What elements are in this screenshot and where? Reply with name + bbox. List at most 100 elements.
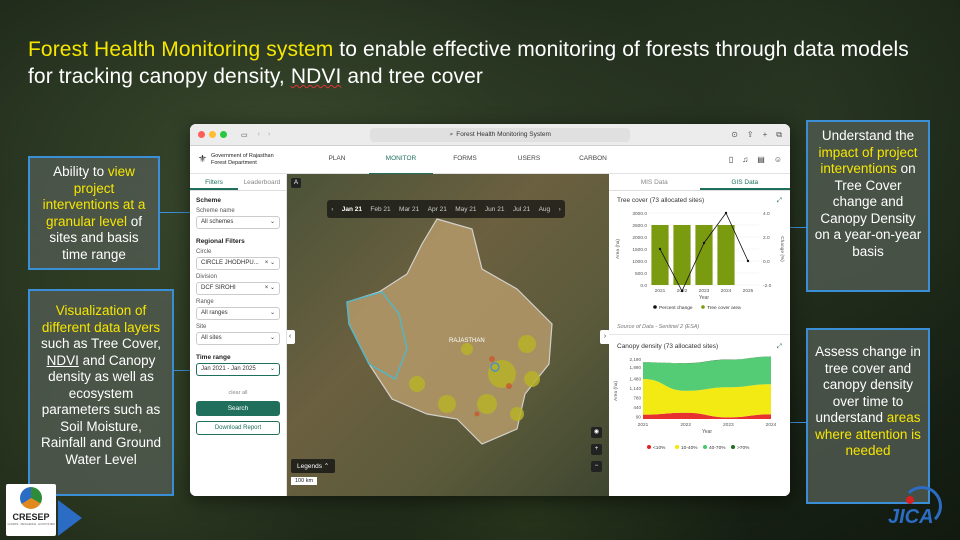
timeline-prev-icon[interactable]: ‹ [331,206,333,213]
nav-plan[interactable]: PLAN [305,145,369,175]
device-icon[interactable]: ▯ [729,155,733,164]
circle-select[interactable]: CIRCLE JHODHPU... × ⌄ [196,257,280,270]
y-axis-label: Area (ha) [613,381,619,401]
time-range-select[interactable]: Jan 2021 - Jan 2025 ⌄ [196,363,280,376]
tab-filters[interactable]: Filters [190,174,238,190]
callout-text: Ability to [53,164,108,179]
jica-logo: JICA [884,486,956,536]
range-value: All ranges [201,310,228,316]
maximize-window-button[interactable] [220,131,227,138]
chevron-down-icon: ⌄ [269,219,275,225]
minimize-window-button[interactable] [209,131,216,138]
legend-swatch [703,445,707,449]
callout-ndvi: NDVI [46,352,79,368]
tab-mis-data[interactable]: MIS Data [609,174,700,190]
division-select[interactable]: DCF SIROHI × ⌄ [196,282,280,295]
expand-icon[interactable]: ⤢ [777,343,782,351]
scheme-title: Scheme [196,197,221,204]
bar [651,225,669,285]
zoom-out-button[interactable]: − [591,461,602,472]
browser-toolbar-icons: ⊙ ⇪ + ⧉ [731,130,782,140]
legend-label: Percent change [659,305,693,311]
line-point [746,259,750,263]
zoom-in-button[interactable]: + [591,444,602,455]
x-tick-label: 2022 [680,422,691,428]
nav-forms[interactable]: FORMS [433,145,497,175]
download-report-button[interactable]: Download Report [196,421,280,435]
forward-icon[interactable]: › [268,131,270,138]
x-axis-label: Year [702,429,712,435]
bell-icon[interactable]: ♫ [742,155,748,164]
bar [695,225,713,285]
tree-cover-title: Tree cover (73 allocated sites) [617,197,705,204]
month-timeline: ‹ Jan 21 Feb 21 Mar 21 Apr 21 May 21 Jun… [327,200,565,218]
month-item[interactable]: Jul 21 [513,206,530,213]
month-item[interactable]: Feb 21 [370,206,390,213]
gov-line-2: Forest Department [210,159,257,166]
month-item[interactable]: Aug [539,206,551,213]
month-item[interactable]: Apr 21 [428,206,447,213]
x-tick-label: 2021 [638,422,649,428]
bar [673,225,691,285]
clear-all-link[interactable]: clear all [196,390,280,396]
back-icon[interactable]: ‹ [258,131,260,138]
month-item[interactable]: Jun 21 [485,206,505,213]
callout-text: such as Tree Cover, [40,336,162,351]
site-select[interactable]: All sites ⌄ [196,332,280,345]
timeline-next-icon[interactable]: › [559,206,561,213]
month-item[interactable]: Jan 21 [342,206,362,213]
chevron-down-icon: ⌄ [269,366,275,372]
y-tick-label: 1,480 [630,376,642,381]
range-select[interactable]: All ranges ⌄ [196,307,280,320]
x-tick-label: 2024 [766,422,777,428]
expand-icon[interactable]: ⤢ [777,197,782,205]
range-label: Range [196,299,214,305]
bar [717,225,735,285]
y-tick-label: 1500.0 [632,247,647,253]
y-tick-label: 440 [633,405,641,410]
user-icon[interactable]: ☺ [774,155,782,164]
chevron-down-icon: ⌄ [269,335,275,341]
cresep-tagline: CLIMATE · RESILIENCE · ECOSYSTEM [7,523,55,526]
cresep-logo: CRESEP CLIMATE · RESILIENCE · ECOSYSTEM [6,484,56,536]
collapse-left-icon[interactable]: ‹ [287,330,295,344]
x-tick-label: 2021 [655,288,666,294]
map-view[interactable]: RAJASTHAN A ‹ Jan 21 Feb 21 Mar 21 Apr 2… [287,174,609,496]
new-tab-icon[interactable]: + [763,130,768,140]
legend-swatch [701,305,705,309]
collapse-right-icon[interactable]: › [600,330,609,344]
close-window-button[interactable] [198,131,205,138]
url-bar[interactable]: ⌕ Forest Health Monitoring System [370,127,631,142]
tab-overview-icon[interactable]: ⧉ [776,130,782,140]
month-item[interactable]: Mar 21 [399,206,419,213]
app-header: ⚜ Government of Rajasthan Forest Departm… [190,145,790,175]
y-tick-label: 500.0 [635,271,647,277]
legends-button[interactable]: Legends ⌃ [291,459,336,473]
browser-window: ▭ ‹ › ⌕ Forest Health Monitoring System … [190,124,790,496]
legend-label: 40-70% [709,445,726,451]
callout-data-layers: Visualization of different data layers s… [28,289,174,496]
nav-monitor[interactable]: MONITOR [368,145,433,175]
clear-chevron-icon: × ⌄ [264,285,275,291]
line-point [702,241,706,245]
month-item[interactable]: May 21 [455,206,476,213]
share-icon[interactable]: ⇪ [747,130,754,140]
y2-tick-label: -2.0 [763,283,772,289]
data-tabs: MIS Data GIS Data [609,174,790,191]
scheme-select[interactable]: All schemes ⌄ [196,216,280,229]
sidebar-toggle-icon[interactable]: ▭ [241,131,248,139]
y2-axis-label: Change (%) [779,236,785,262]
nav-users[interactable]: USERS [497,145,561,175]
tab-leaderboard[interactable]: Leaderboard [238,174,286,190]
nav-carbon[interactable]: CARBON [561,145,625,175]
compass-icon[interactable]: ◉ [591,427,602,438]
book-icon[interactable]: ▤ [757,155,765,164]
line-point [658,247,662,251]
callout-highlight: Visualization of different data layers [41,303,161,335]
cresep-text: CRESEP [12,512,50,522]
map-layer-toggle[interactable]: A [291,178,301,188]
tab-gis-data[interactable]: GIS Data [699,174,790,190]
download-icon[interactable]: ⊙ [731,130,738,140]
scale-bar: 100 km [291,477,318,485]
search-button[interactable]: Search [196,401,280,416]
